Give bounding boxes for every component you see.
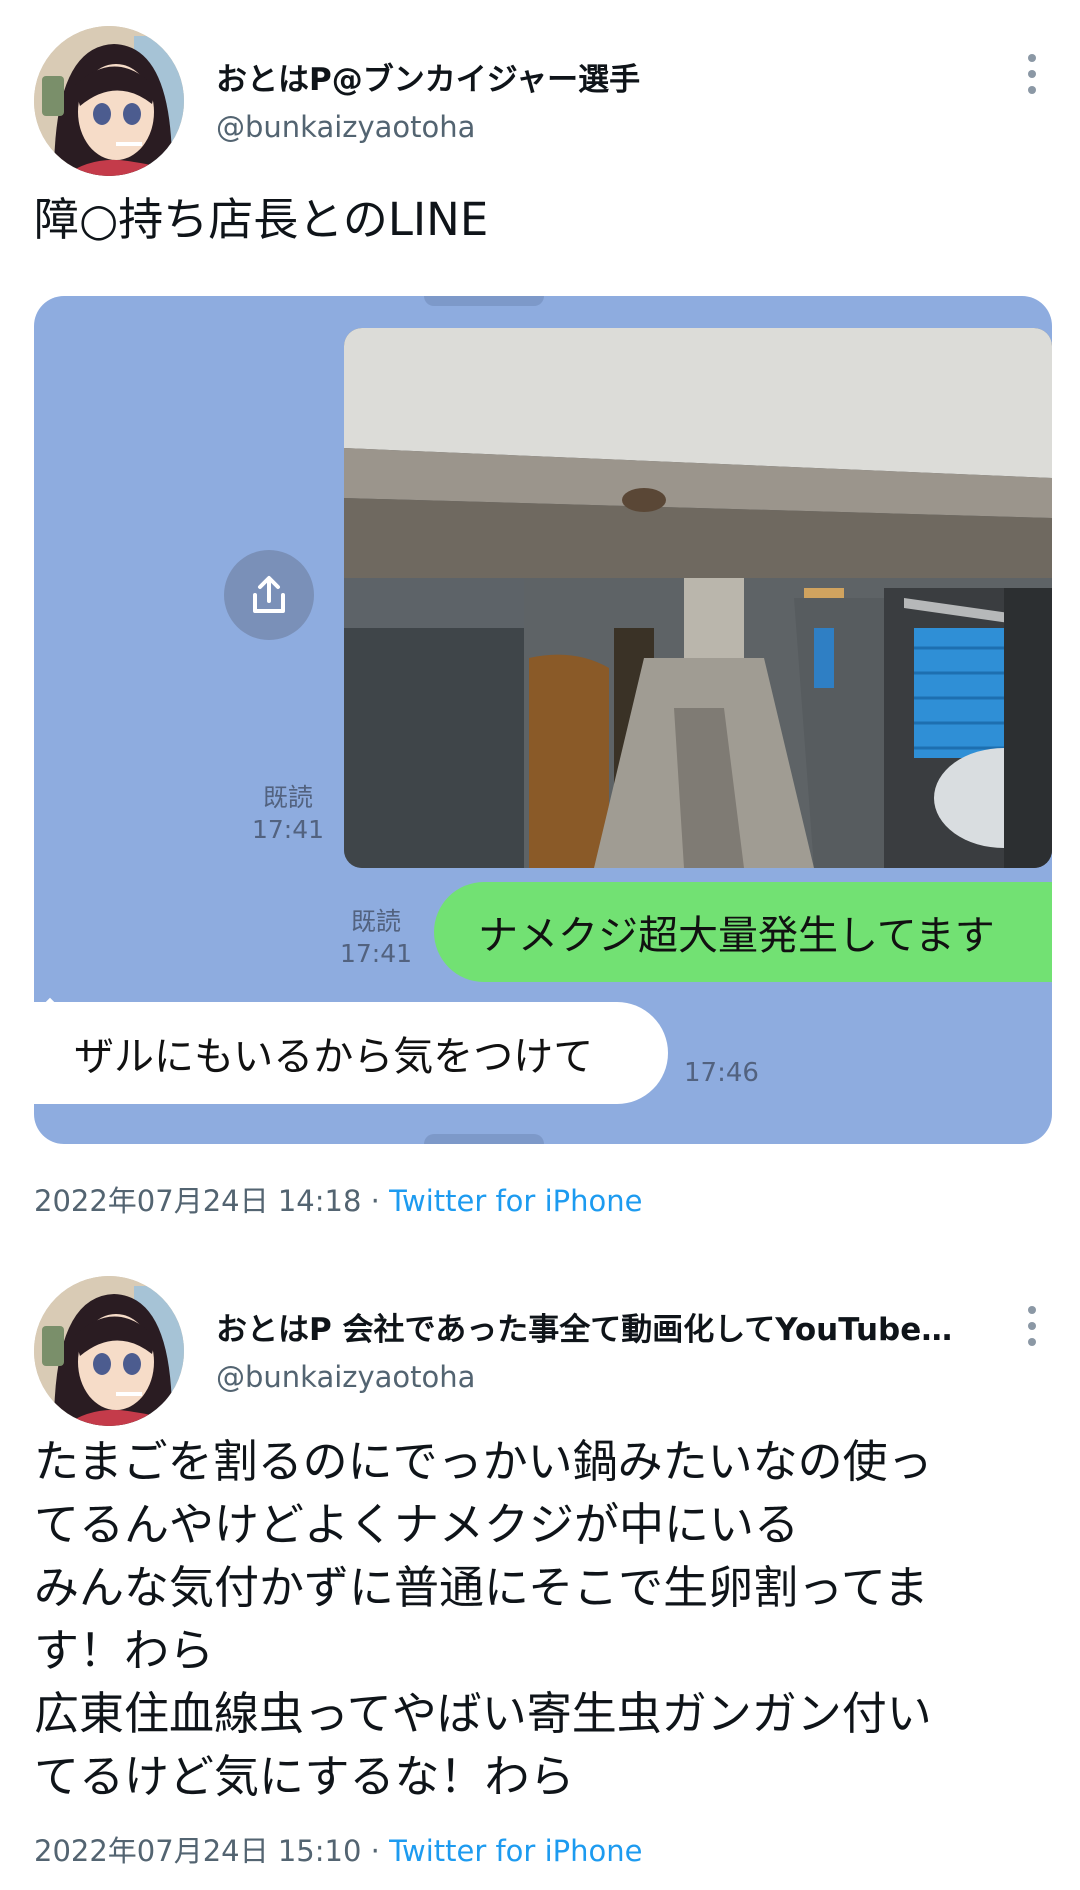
- timestamp[interactable]: 2022年07月24日 14:18: [34, 1184, 361, 1218]
- display-name[interactable]: おとはP 会社であった事全て動画化してYouTube…: [216, 1304, 976, 1349]
- handle[interactable]: @bunkaizyaotoha: [216, 1360, 475, 1394]
- scroll-tab: [424, 1134, 544, 1144]
- more-vertical-icon[interactable]: [1026, 54, 1038, 94]
- tweet-2: おとはP 会社であった事全て動画化してYouTube… @bunkaizyaot…: [0, 1260, 1080, 1890]
- avatar[interactable]: [34, 1276, 184, 1426]
- separator: ·: [370, 1834, 380, 1868]
- timestamp[interactable]: 2022年07月24日 15:10: [34, 1834, 361, 1868]
- read-receipt: 既読 17:41: [340, 907, 413, 968]
- avatar[interactable]: [34, 26, 184, 176]
- separator: ·: [370, 1184, 380, 1218]
- scroll-tab: [424, 296, 544, 306]
- sent-message-bubble: ナメクジ超大量発生してます: [434, 882, 1052, 982]
- message-time: 17:46: [684, 1058, 759, 1088]
- more-vertical-icon[interactable]: [1026, 1306, 1038, 1346]
- handle[interactable]: @bunkaizyaotoha: [216, 110, 475, 144]
- read-receipt: 既読 17:41: [252, 783, 325, 844]
- share-icon[interactable]: [224, 550, 314, 640]
- tweet-meta: 2022年07月24日 15:10 · Twitter for iPhone: [34, 1828, 642, 1870]
- source-link[interactable]: Twitter for iPhone: [389, 1184, 642, 1218]
- received-message-bubble: ザルにもいるから気をつけて: [34, 1002, 668, 1104]
- line-screenshot[interactable]: 既読 17:41 既読 17:41 ナメクジ超大量発生してます ザルにもいるから…: [34, 296, 1052, 1144]
- source-link[interactable]: Twitter for iPhone: [389, 1834, 642, 1868]
- tweet-meta: 2022年07月24日 14:18 · Twitter for iPhone: [34, 1178, 642, 1220]
- kitchen-photo[interactable]: [344, 328, 1052, 868]
- tweet-text: たまごを割るのにでっかい鍋みたいなの使っ てるんやけどよくナメクジが中にいる み…: [34, 1435, 933, 1803]
- tweet-text: 障○持ち店長とのLINE: [34, 193, 489, 246]
- tweet-1: おとはP@ブンカイジャー選手 @bunkaizyaotoha 障○持ち店長とのL…: [0, 0, 1080, 1230]
- display-name[interactable]: おとはP@ブンカイジャー選手: [216, 54, 976, 99]
